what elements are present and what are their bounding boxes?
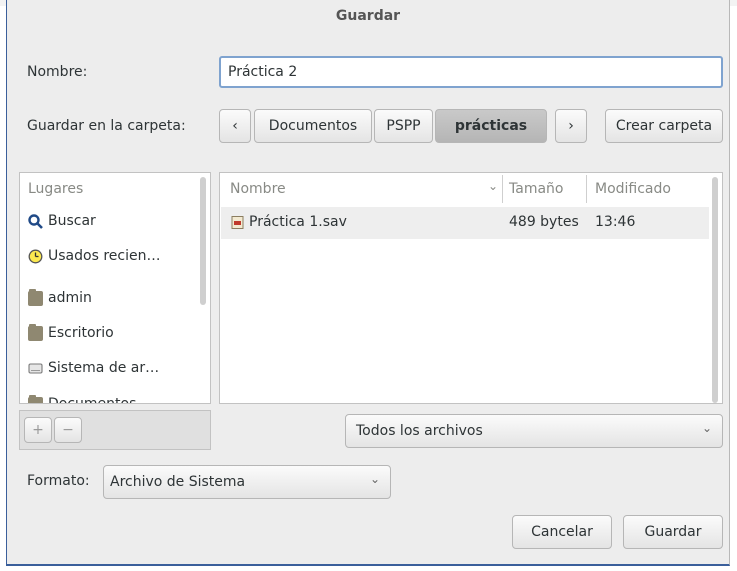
path-segment-practicas[interactable]: prácticas — [435, 109, 547, 143]
place-label: Escritorio — [48, 325, 114, 341]
file-list-panel: Nombre ⌄ Tamaño Modificado Práctica 1.sa… — [219, 172, 723, 404]
file-size: 489 bytes — [509, 214, 579, 230]
create-folder-button[interactable]: Crear carpeta — [605, 109, 723, 143]
places-header: Lugares — [28, 181, 84, 197]
file-row[interactable]: Práctica 1.sav 489 bytes 13:46 — [221, 207, 709, 239]
column-divider — [502, 175, 503, 203]
file-list-scrollbar[interactable] — [712, 177, 718, 403]
place-label: admin — [48, 290, 92, 306]
place-label: Sistema de ar… — [48, 360, 160, 376]
file-name: Práctica 1.sav — [249, 214, 347, 230]
folder-icon — [28, 323, 43, 341]
remove-place-button[interactable]: − — [54, 417, 82, 443]
file-filter-value: Todos los archivos — [356, 423, 483, 439]
cancel-button[interactable]: Cancelar — [512, 515, 612, 549]
path-forward-button[interactable]: › — [555, 109, 587, 143]
format-value: Archivo de Sistema — [110, 474, 246, 490]
add-place-button[interactable]: + — [24, 417, 52, 443]
chevron-left-icon: ‹ — [232, 118, 238, 134]
file-filter-dropdown[interactable]: Todos los archivos ⌄ — [345, 414, 723, 448]
place-label: Usados recien… — [48, 248, 161, 264]
format-label: Formato: — [27, 473, 90, 489]
places-toolbar: + − — [19, 410, 211, 450]
folder-icon — [28, 394, 43, 403]
document-icon — [230, 215, 245, 230]
place-escritorio[interactable]: Escritorio — [28, 321, 114, 345]
folder-icon — [28, 288, 43, 306]
save-button[interactable]: Guardar — [623, 515, 723, 549]
search-icon — [28, 213, 43, 229]
dialog-title: Guardar — [335, 8, 401, 24]
chevron-down-icon: ⌄ — [369, 472, 380, 486]
file-modified: 13:46 — [595, 214, 636, 230]
places-scrollbar[interactable] — [200, 177, 206, 305]
path-segment-pspp[interactable]: PSPP — [374, 109, 433, 143]
chevron-right-icon: › — [568, 118, 574, 134]
folder-label: Guardar en la carpeta: — [27, 118, 186, 134]
save-dialog: Guardar Nombre: Guardar en la carpeta: ‹… — [6, 0, 730, 566]
clock-icon — [28, 249, 43, 264]
name-label: Nombre: — [27, 64, 88, 80]
path-segment-documentos[interactable]: Documentos — [254, 109, 372, 143]
places-panel: Lugares Buscar Usados recien… admin Escr… — [19, 172, 211, 404]
chevron-down-icon: ⌄ — [701, 421, 712, 435]
column-header-name[interactable]: Nombre — [230, 181, 286, 197]
column-header-size[interactable]: Tamaño — [509, 181, 563, 197]
place-recent[interactable]: Usados recien… — [28, 244, 160, 268]
column-header-modified[interactable]: Modificado — [595, 181, 671, 197]
place-buscar[interactable]: Buscar — [28, 209, 96, 233]
place-sistema[interactable]: Sistema de ar… — [28, 356, 159, 380]
drive-icon — [28, 361, 43, 376]
format-dropdown[interactable]: Archivo de Sistema ⌄ — [103, 465, 391, 499]
path-back-button[interactable]: ‹ — [219, 109, 251, 143]
sort-chevron-icon: ⌄ — [488, 179, 499, 193]
file-name-input[interactable] — [219, 56, 723, 88]
place-label: Buscar — [48, 213, 96, 229]
place-label: Documentos — [48, 396, 137, 404]
column-divider — [586, 175, 587, 203]
place-admin[interactable]: admin — [28, 286, 92, 310]
place-documentos[interactable]: Documentos — [28, 392, 137, 404]
